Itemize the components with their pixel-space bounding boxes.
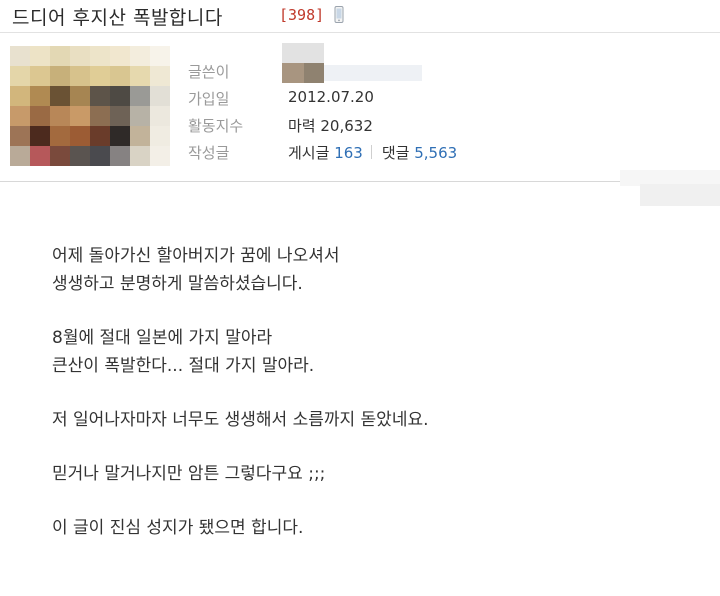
body-line: 어제 돌아가신 할아버지가 꿈에 나오셔서: [52, 246, 340, 266]
posts-label: 작성글: [188, 144, 230, 162]
author-profile: 글쓴이 가입일 2012.07.20 활동지수 마력 20,632 작성글 게시…: [0, 33, 720, 182]
posts-link-label[interactable]: 게시글: [288, 144, 329, 162]
body-line: 생생하고 분명하게 말씀하셨습니다.: [52, 274, 303, 294]
body-line: 8월에 절대 일본에 가지 말아라: [52, 328, 273, 348]
comment-count[interactable]: [398]: [279, 6, 324, 24]
post-body: 어제 돌아가신 할아버지가 꿈에 나오셔서 생생하고 분명하게 말씀하셨습니다.…: [52, 242, 692, 568]
activity-number: 20,632: [320, 117, 373, 135]
joined-date: 2012.07.20: [288, 88, 374, 106]
body-line: 이 글이 진심 성지가 됐으면 합니다.: [52, 518, 304, 538]
writer-label: 글쓴이: [188, 63, 230, 81]
body-line: 믿거나 말거나지만 암튼 그렇다구요 ;;;: [52, 464, 326, 484]
avatar[interactable]: [10, 46, 170, 166]
paragraph: 이 글이 진심 성지가 됐으면 합니다.: [52, 514, 692, 542]
comments-link-label[interactable]: 댓글: [382, 144, 410, 162]
paragraph: 저 일어나자마자 너무도 생생해서 소름까지 돋았네요.: [52, 406, 692, 434]
paragraph: 믿거나 말거나지만 암튼 그렇다구요 ;;;: [52, 460, 692, 488]
comments-count[interactable]: 5,563: [414, 144, 457, 162]
paragraph: 어제 돌아가신 할아버지가 꿈에 나오셔서 생생하고 분명하게 말씀하셨습니다.: [52, 242, 692, 298]
activity-label: 활동지수: [188, 117, 244, 135]
redacted-area: [640, 184, 720, 206]
paragraph: 8월에 절대 일본에 가지 말아라 큰산이 폭발한다... 절대 가지 말아라.: [52, 324, 692, 380]
body-line: 저 일어나자마자 너무도 생생해서 소름까지 돋았네요.: [52, 410, 429, 430]
joined-label: 가입일: [188, 90, 230, 108]
divider: [370, 145, 372, 159]
activity-unit: 마력: [288, 117, 316, 135]
posts-value: 게시글 163 댓글 5,563: [288, 142, 457, 163]
phone-icon: [334, 6, 344, 23]
body-line: 큰산이 폭발한다... 절대 가지 말아라.: [52, 356, 315, 376]
post-header: 드디어 후지산 폭발합니다 [398]: [0, 0, 720, 33]
activity-value: 마력 20,632: [288, 115, 373, 136]
posts-count[interactable]: 163: [334, 144, 363, 162]
post-title: 드디어 후지산 폭발합니다: [12, 7, 223, 29]
author-name-redacted[interactable]: [282, 35, 422, 85]
